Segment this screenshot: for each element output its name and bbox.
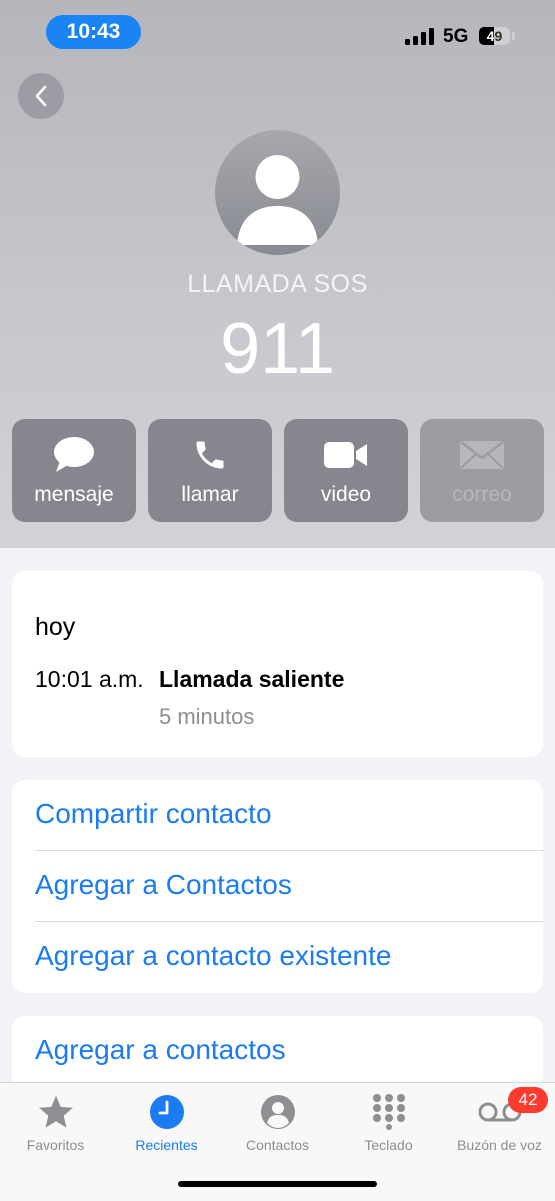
- status-time: 10:43: [46, 15, 141, 49]
- back-button[interactable]: [18, 73, 64, 119]
- star-icon: [38, 1095, 73, 1128]
- message-button[interactable]: mensaje: [12, 419, 136, 522]
- call-button-label: llamar: [181, 483, 239, 506]
- tab-contacts[interactable]: Contactos: [222, 1093, 333, 1163]
- video-camera-icon: [324, 442, 367, 468]
- message-bubble-icon: [54, 437, 94, 472]
- recent-calls-card: hoy 10:01 a.m. Llamada saliente 5 minuto…: [12, 571, 543, 757]
- phone-icon: [196, 441, 224, 469]
- contact-label: LLAMADA SOS: [187, 270, 368, 298]
- battery-percentage: 49: [486, 28, 503, 44]
- call-button[interactable]: llamar: [148, 419, 272, 522]
- divider: [35, 850, 543, 851]
- tab-favorites-label: Favoritos: [26, 1137, 85, 1153]
- chevron-left-icon: [35, 85, 47, 107]
- tab-recents[interactable]: Recientes: [111, 1093, 222, 1163]
- message-button-label: mensaje: [34, 483, 114, 506]
- clock-icon: [149, 1095, 184, 1129]
- tab-keypad-label: Teclado: [364, 1137, 413, 1153]
- contact-avatar: [215, 130, 340, 255]
- recent-call-duration: 5 minutos: [159, 704, 255, 729]
- mail-button-label: correo: [452, 483, 512, 506]
- battery-nub: [512, 32, 515, 40]
- tab-contacts-label: Contactos: [245, 1137, 310, 1153]
- tab-voicemail-label: Buzón de voz: [457, 1137, 542, 1153]
- keypad-icon: [372, 1094, 405, 1130]
- mail-envelope-icon: [460, 441, 504, 469]
- share-contact-option[interactable]: Compartir contacto: [35, 798, 272, 830]
- contact-options-card: Compartir contacto Agregar a Contactos A…: [12, 780, 543, 993]
- person-silhouette-icon: [237, 155, 318, 245]
- recent-call-time: 10:01 a.m.: [35, 666, 144, 692]
- add-to-existing-contact-option[interactable]: Agregar a contacto existente: [35, 940, 391, 972]
- recent-day-header: hoy: [35, 613, 76, 641]
- mail-button[interactable]: correo: [420, 419, 544, 522]
- contact-header: 10:43 5G 49 LLAMADA SOS 911 mensaje llam…: [0, 0, 555, 548]
- tab-favorites[interactable]: Favoritos: [0, 1093, 111, 1163]
- divider: [35, 921, 543, 922]
- voicemail-badge: 42: [508, 1087, 548, 1113]
- home-indicator[interactable]: [178, 1181, 377, 1187]
- contact-number: 911: [220, 309, 335, 389]
- video-button[interactable]: video: [284, 419, 408, 522]
- cellular-signal-icon: [405, 28, 434, 45]
- tab-recents-label: Recientes: [135, 1137, 198, 1153]
- add-to-contacts-option-2[interactable]: Agregar a contactos: [35, 1034, 286, 1066]
- video-button-label: video: [320, 483, 372, 506]
- recent-call-type: Llamada saliente: [159, 666, 345, 692]
- network-type: 5G: [443, 26, 469, 47]
- tab-keypad[interactable]: Teclado: [333, 1093, 444, 1163]
- person-circle-icon: [260, 1095, 295, 1129]
- battery-icon: 49: [479, 27, 510, 45]
- add-to-contacts-option[interactable]: Agregar a Contactos: [35, 869, 292, 901]
